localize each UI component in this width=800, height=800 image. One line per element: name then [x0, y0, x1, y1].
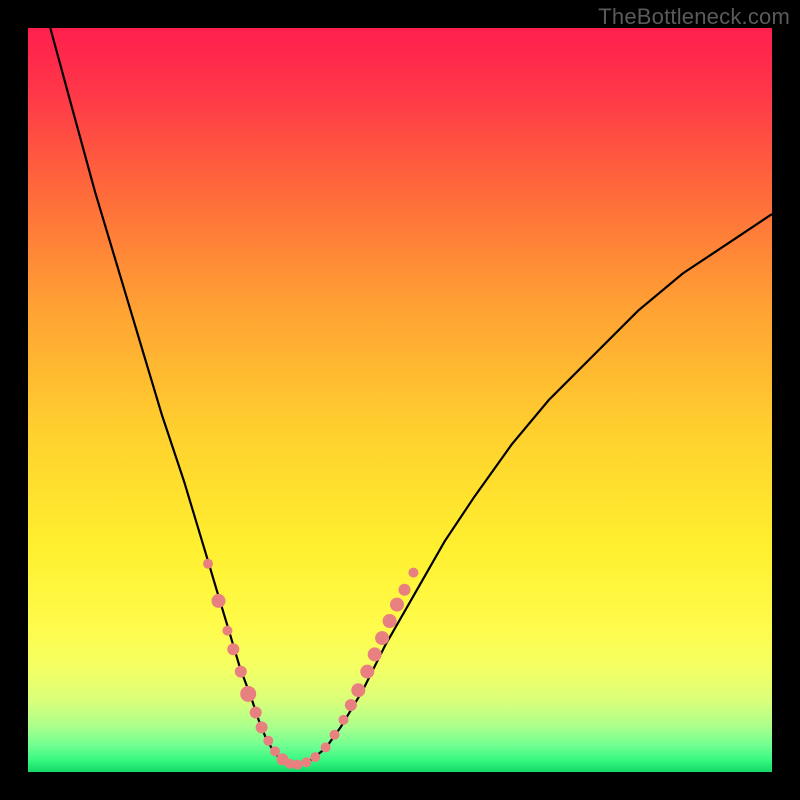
data-marker — [270, 746, 280, 756]
data-marker — [321, 742, 331, 752]
data-marker — [235, 666, 247, 678]
data-marker — [383, 614, 397, 628]
data-marker — [399, 584, 411, 596]
plot-area — [28, 28, 772, 772]
data-marker — [351, 683, 365, 697]
data-marker — [390, 598, 404, 612]
data-marker — [375, 631, 389, 645]
data-marker — [203, 559, 213, 569]
outer-frame: TheBottleneck.com — [0, 0, 800, 800]
data-marker — [256, 721, 268, 733]
chart-svg — [28, 28, 772, 772]
data-marker — [360, 665, 374, 679]
data-marker — [263, 736, 273, 746]
watermark-text: TheBottleneck.com — [598, 4, 790, 30]
data-marker — [368, 647, 382, 661]
data-marker — [301, 757, 311, 767]
data-marker — [240, 686, 256, 702]
data-marker — [212, 594, 226, 608]
data-marker — [250, 707, 262, 719]
data-marker — [345, 699, 357, 711]
data-marker — [310, 752, 320, 762]
curve-markers — [203, 559, 418, 770]
data-marker — [408, 568, 418, 578]
data-marker — [339, 715, 349, 725]
data-marker — [227, 643, 239, 655]
data-marker — [222, 626, 232, 636]
data-marker — [292, 760, 302, 770]
bottleneck-curve — [50, 28, 772, 765]
data-marker — [330, 730, 340, 740]
